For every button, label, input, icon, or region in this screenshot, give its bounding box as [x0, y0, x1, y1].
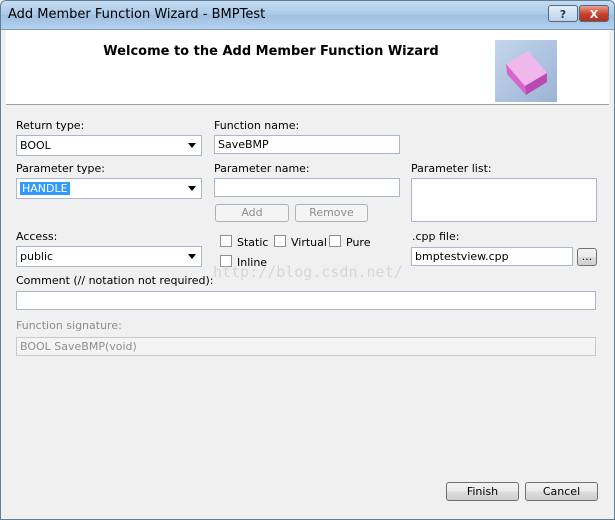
function-name-label: Function name: [214, 119, 300, 132]
cpp-file-value: bmptestview.cpp [415, 250, 509, 263]
pink-cube-icon [506, 51, 547, 95]
return-type-combo[interactable]: BOOL [16, 135, 202, 156]
virtual-label: Virtual [291, 236, 327, 249]
window-title: Add Member Function Wizard - BMPTest [8, 7, 266, 22]
comment-input[interactable] [16, 291, 596, 310]
wizard-window: Add Member Function Wizard - BMPTest ? X… [0, 0, 615, 520]
banner-heading: Welcome to the Add Member Function Wizar… [103, 44, 439, 59]
parameter-name-label: Parameter name: [214, 162, 310, 175]
cpp-file-input[interactable]: bmptestview.cpp [411, 247, 573, 266]
chevron-down-icon[interactable] [185, 180, 199, 197]
function-name-input[interactable]: SaveBMP [214, 135, 400, 154]
title-bar[interactable]: Add Member Function Wizard - BMPTest ? X [1, 1, 614, 30]
add-parameter-button[interactable]: Add [215, 204, 289, 222]
parameter-type-combo[interactable]: HANDLE [16, 178, 202, 199]
function-signature-field: BOOL SaveBMP(void) [16, 337, 596, 356]
comment-label: Comment (// notation not required): [16, 274, 214, 287]
static-checkbox[interactable] [220, 235, 232, 247]
access-combo[interactable]: public [16, 246, 202, 267]
parameter-type-value: HANDLE [20, 182, 70, 195]
watermark-text: http://blog.csdn.net/ [213, 263, 403, 281]
virtual-checkbox[interactable] [274, 235, 286, 247]
help-button[interactable]: ? [548, 5, 578, 22]
wizard-image [495, 40, 557, 102]
function-name-value: SaveBMP [218, 138, 269, 151]
remove-parameter-button[interactable]: Remove [295, 204, 368, 222]
function-signature-label: Function signature: [16, 319, 122, 332]
cpp-file-label: .cpp file: [412, 230, 460, 243]
access-label: Access: [16, 230, 58, 243]
parameter-name-input[interactable] [214, 178, 400, 197]
cancel-button[interactable]: Cancel [525, 482, 598, 501]
pure-label: Pure [346, 236, 371, 249]
chevron-down-icon[interactable] [185, 248, 199, 265]
close-icon: X [589, 8, 599, 21]
static-label: Static [237, 236, 269, 249]
browse-button[interactable]: ... [577, 248, 597, 266]
function-signature-value: BOOL SaveBMP(void) [20, 340, 137, 353]
help-icon: ? [559, 8, 567, 21]
return-type-value: BOOL [20, 139, 51, 152]
return-type-label: Return type: [16, 119, 85, 132]
parameter-list-box[interactable] [411, 178, 597, 222]
pure-checkbox[interactable] [329, 235, 341, 247]
close-button[interactable]: X [579, 5, 609, 22]
parameter-type-label: Parameter type: [16, 162, 106, 175]
wizard-banner: Welcome to the Add Member Function Wizar… [6, 30, 609, 105]
parameter-list-label: Parameter list: [411, 162, 492, 175]
chevron-down-icon[interactable] [185, 137, 199, 154]
finish-button[interactable]: Finish [446, 482, 519, 501]
access-value: public [20, 250, 54, 263]
